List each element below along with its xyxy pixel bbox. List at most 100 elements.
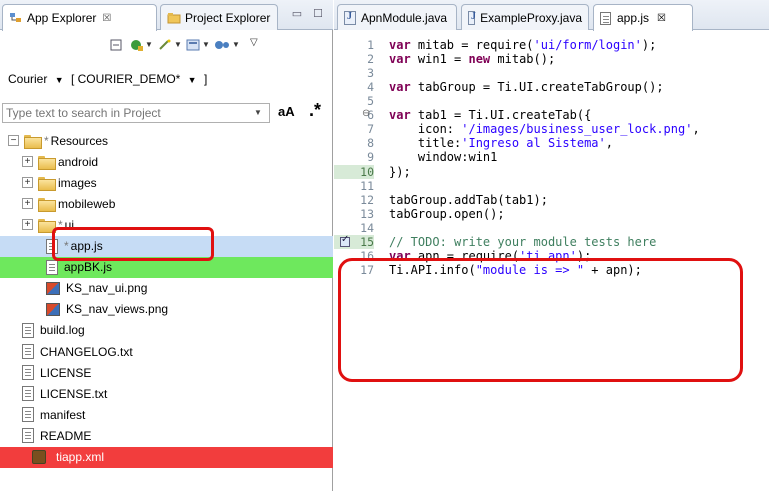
- tree-item[interactable]: manifest: [0, 404, 333, 425]
- code-line[interactable]: // TODO: write your module tests here: [389, 235, 656, 249]
- deploy-icon[interactable]: [186, 39, 200, 51]
- tree-item[interactable]: LICENSE.txt: [0, 383, 333, 404]
- code-line[interactable]: });: [389, 165, 411, 179]
- chevron-down-icon[interactable]: ▼: [232, 40, 240, 49]
- folder-icon: [24, 134, 42, 149]
- project-label: Courier: [8, 72, 48, 86]
- tree-item[interactable]: LICENSE: [0, 362, 333, 383]
- chevron-down-icon[interactable]: ▼: [145, 40, 153, 49]
- tree-item[interactable]: CHANGELOG.txt: [0, 341, 333, 362]
- tree-item-label: android: [58, 154, 99, 169]
- code-token: title:: [389, 136, 462, 151]
- code-line[interactable]: tabGroup.addTab(tab1);: [389, 193, 548, 207]
- xml-file-icon: [32, 450, 46, 464]
- tab-app-js[interactable]: app.js ☒: [593, 4, 693, 31]
- collapse-icon[interactable]: −: [8, 135, 19, 146]
- new-project-icon[interactable]: [130, 39, 144, 51]
- code-token: ,: [692, 122, 700, 137]
- code-token: ,: [605, 136, 613, 151]
- expand-icon[interactable]: +: [22, 156, 33, 168]
- code-line[interactable]: var tabGroup = Ti.UI.createTabGroup();: [389, 80, 664, 94]
- code-line[interactable]: var mitab = require('ui/form/login');: [389, 38, 656, 52]
- code-line[interactable]: var tab1 = Ti.UI.createTab({: [389, 108, 591, 122]
- tab-project-explorer[interactable]: Project Explorer: [160, 4, 278, 30]
- folder-icon: [38, 176, 56, 191]
- case-sensitive-toggle[interactable]: aA: [278, 104, 295, 119]
- tree-item[interactable]: build.log: [0, 320, 333, 341]
- editor-tab-bar: ApnModule.java ExampleProxy.java app.js …: [334, 0, 769, 31]
- code-line[interactable]: var win1 = new mitab();: [389, 52, 555, 66]
- tree-item[interactable]: − * Resources: [0, 130, 333, 151]
- close-icon[interactable]: ☒: [657, 13, 666, 24]
- expand-icon[interactable]: +: [22, 198, 33, 210]
- view-menu-icon[interactable]: ▽: [250, 37, 258, 48]
- tree-item[interactable]: + mobileweb: [0, 193, 333, 214]
- task-marker-icon[interactable]: [340, 234, 350, 247]
- js-file-icon: [600, 11, 611, 25]
- search-input[interactable]: [2, 103, 270, 123]
- code-token: tab1 = Ti.UI.createTab({: [410, 108, 592, 123]
- project-explorer-icon: [167, 11, 181, 25]
- close-icon[interactable]: ☒: [102, 13, 111, 24]
- collapse-all-icon[interactable]: [110, 39, 124, 51]
- image-file-icon: [46, 281, 60, 295]
- regex-toggle[interactable]: .*: [309, 100, 321, 121]
- code-line[interactable]: title:'Ingreso al Sistema',: [389, 136, 613, 150]
- keyword-token: new: [468, 52, 491, 67]
- wizard-icon[interactable]: [158, 39, 172, 51]
- tree-item-label: tiapp.xml: [56, 450, 105, 464]
- dirty-marker: *: [44, 133, 49, 148]
- tree-item[interactable]: README: [0, 425, 333, 446]
- string-token: '/images/business_user_lock.png': [461, 122, 693, 137]
- expand-icon[interactable]: +: [22, 177, 33, 189]
- tree-item[interactable]: tiapp.xml: [0, 446, 333, 468]
- tab-label: App Explorer: [27, 11, 97, 25]
- code-token: icon:: [389, 122, 462, 137]
- chevron-down-icon[interactable]: ▼: [202, 40, 210, 49]
- chevron-down-icon[interactable]: ▼: [188, 75, 197, 85]
- file-icon: [22, 322, 34, 338]
- file-icon: [22, 428, 34, 444]
- tab-app-explorer[interactable]: App Explorer ☒: [2, 4, 157, 31]
- line-number: 7: [367, 122, 374, 137]
- comment-token: // TODO: write your module tests here: [389, 234, 657, 249]
- line-number: 12: [360, 192, 374, 207]
- tree-item[interactable]: + android: [0, 151, 333, 172]
- java-file-icon: [468, 10, 476, 25]
- chevron-down-icon[interactable]: ▼: [174, 40, 182, 49]
- project-selector[interactable]: Courier ▼ [ COURIER_DEMO* ▼ ]: [8, 72, 211, 86]
- code-token: mitab();: [490, 52, 556, 67]
- app-explorer-icon: [9, 11, 23, 25]
- tab-exampleproxy-java[interactable]: ExampleProxy.java: [461, 4, 589, 30]
- file-icon: [22, 407, 34, 423]
- tab-apnmodule-java[interactable]: ApnModule.java: [337, 4, 457, 30]
- tree-item[interactable]: KS_nav_ui.png: [0, 278, 333, 299]
- chevron-down-icon[interactable]: ▼: [254, 108, 262, 117]
- code-line[interactable]: window:win1: [389, 150, 497, 164]
- line-number: 5: [367, 94, 374, 109]
- line-number: 11: [360, 178, 374, 193]
- file-icon: [22, 365, 34, 381]
- code-token: });: [389, 164, 411, 179]
- branch-suffix: ]: [203, 72, 208, 86]
- tree-item[interactable]: + images: [0, 172, 333, 193]
- gear-icon[interactable]: [214, 39, 229, 51]
- line-number: 3: [367, 66, 374, 81]
- tree-item-label: KS_nav_ui.png: [66, 281, 148, 296]
- tree-item[interactable]: KS_nav_views.png: [0, 299, 333, 320]
- image-file-icon: [46, 302, 60, 316]
- code-line[interactable]: icon: '/images/business_user_lock.png',: [389, 122, 700, 136]
- tree-item-label: LICENSE: [40, 365, 92, 380]
- code-token: tabGroup = Ti.UI.createTabGroup();: [410, 80, 664, 95]
- expand-icon[interactable]: +: [22, 219, 33, 231]
- view-minmax-buttons[interactable]: ▭ ☐: [292, 7, 327, 20]
- code-line[interactable]: tabGroup.open();: [389, 207, 505, 221]
- tree-item-label: KS_nav_views.png: [66, 302, 169, 317]
- folder-icon: [38, 218, 56, 233]
- chevron-down-icon[interactable]: ▼: [55, 75, 64, 85]
- tab-label: ExampleProxy.java: [480, 10, 582, 25]
- tree-item-label: appBK.js: [64, 260, 113, 275]
- line-number: 9: [367, 150, 374, 165]
- fold-icon[interactable]: ⊖: [362, 108, 370, 119]
- editor-panel: ApnModule.java ExampleProxy.java app.js …: [334, 0, 769, 491]
